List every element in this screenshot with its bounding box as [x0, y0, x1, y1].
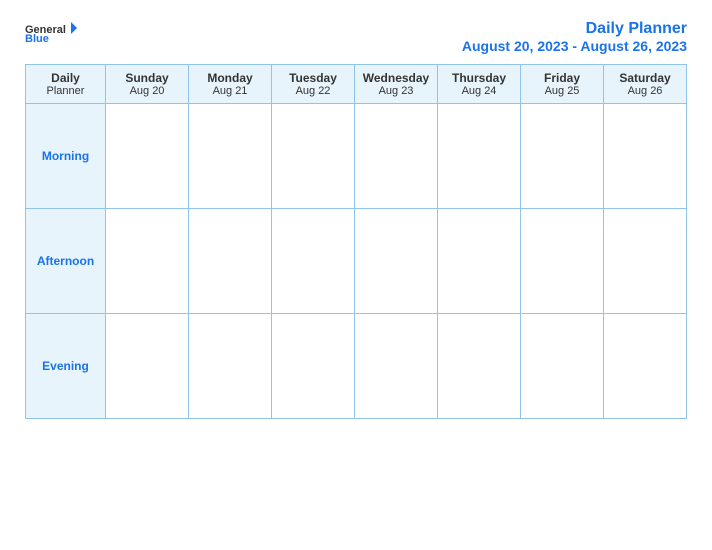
- evening-sunday-cell[interactable]: [106, 314, 189, 419]
- afternoon-row: Afternoon: [26, 209, 687, 314]
- col-header-tuesday: Tuesday Aug 22: [272, 65, 355, 104]
- logo-area: General Blue: [25, 20, 77, 42]
- page: General Blue Daily Planner August 20, 20…: [11, 10, 701, 540]
- wednesday-date: Aug 23: [359, 85, 433, 97]
- col-header-saturday: Saturday Aug 26: [604, 65, 687, 104]
- monday-name: Monday: [193, 71, 267, 85]
- friday-date: Aug 25: [525, 85, 599, 97]
- saturday-date: Aug 26: [608, 85, 682, 97]
- sunday-name: Sunday: [110, 71, 184, 85]
- col-header-wednesday: Wednesday Aug 23: [355, 65, 438, 104]
- afternoon-tuesday-cell[interactable]: [272, 209, 355, 314]
- afternoon-label: Afternoon: [26, 209, 106, 314]
- afternoon-wednesday-cell[interactable]: [355, 209, 438, 314]
- friday-name: Friday: [525, 71, 599, 85]
- morning-monday-cell[interactable]: [189, 104, 272, 209]
- monday-date: Aug 21: [193, 85, 267, 97]
- saturday-name: Saturday: [608, 71, 682, 85]
- evening-saturday-cell[interactable]: [604, 314, 687, 419]
- daily-planner-label-line2: Planner: [30, 85, 101, 97]
- daily-planner-label-line1: Daily: [30, 71, 101, 85]
- morning-tuesday-cell[interactable]: [272, 104, 355, 209]
- evening-wednesday-cell[interactable]: [355, 314, 438, 419]
- thursday-name: Thursday: [442, 71, 516, 85]
- morning-row: Morning: [26, 104, 687, 209]
- evening-row: Evening: [26, 314, 687, 419]
- col-header-monday: Monday Aug 21: [189, 65, 272, 104]
- col-header-sunday: Sunday Aug 20: [106, 65, 189, 104]
- afternoon-monday-cell[interactable]: [189, 209, 272, 314]
- tuesday-date: Aug 22: [276, 85, 350, 97]
- afternoon-thursday-cell[interactable]: [438, 209, 521, 314]
- title-main: Daily Planner: [462, 20, 687, 38]
- morning-friday-cell[interactable]: [521, 104, 604, 209]
- evening-thursday-cell[interactable]: [438, 314, 521, 419]
- morning-wednesday-cell[interactable]: [355, 104, 438, 209]
- morning-thursday-cell[interactable]: [438, 104, 521, 209]
- header-row: Daily Planner Sunday Aug 20 Monday Aug 2…: [26, 65, 687, 104]
- calendar-table: Daily Planner Sunday Aug 20 Monday Aug 2…: [25, 64, 687, 419]
- logo-icon: General Blue: [25, 20, 77, 42]
- tuesday-name: Tuesday: [276, 71, 350, 85]
- evening-monday-cell[interactable]: [189, 314, 272, 419]
- evening-label: Evening: [26, 314, 106, 419]
- afternoon-friday-cell[interactable]: [521, 209, 604, 314]
- col-header-label: Daily Planner: [26, 65, 106, 104]
- col-header-friday: Friday Aug 25: [521, 65, 604, 104]
- col-header-thursday: Thursday Aug 24: [438, 65, 521, 104]
- morning-saturday-cell[interactable]: [604, 104, 687, 209]
- morning-label: Morning: [26, 104, 106, 209]
- header: General Blue Daily Planner August 20, 20…: [25, 20, 687, 54]
- svg-text:Blue: Blue: [25, 33, 49, 42]
- title-area: Daily Planner August 20, 2023 - August 2…: [462, 20, 687, 54]
- afternoon-sunday-cell[interactable]: [106, 209, 189, 314]
- morning-sunday-cell[interactable]: [106, 104, 189, 209]
- afternoon-saturday-cell[interactable]: [604, 209, 687, 314]
- thursday-date: Aug 24: [442, 85, 516, 97]
- evening-tuesday-cell[interactable]: [272, 314, 355, 419]
- sunday-date: Aug 20: [110, 85, 184, 97]
- wednesday-name: Wednesday: [359, 71, 433, 85]
- title-date: August 20, 2023 - August 26, 2023: [462, 38, 687, 54]
- evening-friday-cell[interactable]: [521, 314, 604, 419]
